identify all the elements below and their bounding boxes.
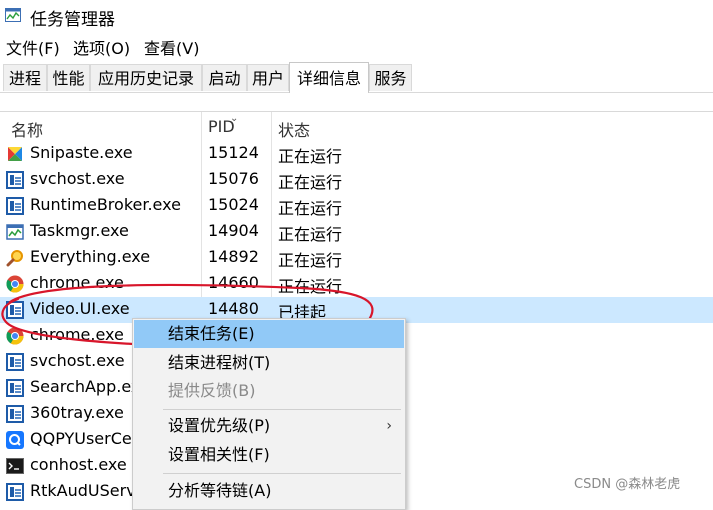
process-pid: 14660 [208, 273, 259, 292]
tab-startup[interactable]: 启动 [202, 64, 247, 91]
taskmgr-icon [6, 223, 24, 241]
tab-performance[interactable]: 性能 [47, 64, 90, 91]
process-name: RuntimeBroker.exe [30, 195, 181, 214]
tab-strip: 进程 性能 应用历史记录 启动 用户 详细信息 服务 [0, 62, 713, 93]
process-pid: 14892 [208, 247, 259, 266]
window-icon [6, 197, 24, 215]
qq-pinyin-icon [6, 431, 24, 449]
table-row[interactable]: Taskmgr.exe 14904 正在运行 [0, 219, 713, 245]
table-row[interactable]: svchost.exe 15076 正在运行 [0, 167, 713, 193]
chrome-icon [6, 275, 24, 293]
process-status: 正在运行 [278, 147, 343, 166]
menu-item-analyze-wait-chain[interactable]: 分析等待链(A) [134, 477, 404, 505]
process-name: 360tray.exe [30, 403, 124, 422]
window-icon [6, 353, 24, 371]
menu-options[interactable]: 选项(O) [73, 35, 130, 59]
snipaste-icon [6, 145, 24, 163]
tab-processes[interactable]: 进程 [3, 64, 47, 91]
tab-services[interactable]: 服务 [369, 64, 412, 91]
title-bar: 任务管理器 [0, 0, 713, 32]
tab-details[interactable]: 详细信息 [289, 62, 369, 93]
process-status: 正在运行 [278, 173, 343, 192]
menu-item-provide-feedback: 提供反馈(B) [168, 381, 256, 400]
process-pid: 14480 [208, 299, 259, 318]
menu-item-set-priority[interactable]: 设置优先级(P) › [134, 412, 404, 440]
window-title: 任务管理器 [30, 10, 115, 30]
window-icon [6, 483, 24, 501]
tab-users[interactable]: 用户 [247, 64, 289, 91]
window-icon [6, 379, 24, 397]
magnifier-icon [6, 249, 24, 267]
process-pid: 14904 [208, 221, 259, 240]
process-status: 正在运行 [278, 277, 343, 296]
console-icon [6, 457, 24, 475]
column-header: 名称 PID 状态 [0, 111, 713, 142]
context-menu: 结束任务(E) 结束进程树(T) 提供反馈(B) 设置优先级(P) › 设置相关性… [132, 318, 406, 510]
watermark: CSDN @森林老虎 [574, 477, 681, 492]
task-manager-icon [5, 8, 21, 22]
menu-separator [163, 409, 401, 410]
menu-item-end-task[interactable]: 结束任务(E) [134, 320, 404, 348]
column-status[interactable]: 状态 [278, 117, 310, 141]
process-name: Taskmgr.exe [30, 221, 129, 240]
sort-caret-icon: ⌄ [230, 113, 239, 124]
window-icon [6, 301, 24, 319]
process-name: Snipaste.exe [30, 143, 133, 162]
process-name: Video.UI.exe [30, 299, 130, 318]
table-row[interactable]: Everything.exe 14892 正在运行 [0, 245, 713, 271]
process-name: svchost.exe [30, 169, 125, 188]
menu-separator [163, 473, 401, 474]
column-name[interactable]: 名称 [11, 117, 43, 141]
process-pid: 15076 [208, 169, 259, 188]
process-pid: 15024 [208, 195, 259, 214]
chrome-icon [6, 327, 24, 345]
window-icon [6, 171, 24, 189]
process-name: chrome.exe [30, 273, 124, 292]
submenu-arrow-icon: › [386, 418, 392, 434]
process-status: 正在运行 [278, 225, 343, 244]
window-icon [6, 405, 24, 423]
table-row[interactable]: chrome.exe 14660 正在运行 [0, 271, 713, 297]
menu-bar: 文件(F) 选项(O) 查看(V) [0, 32, 713, 58]
process-status: 正在运行 [278, 251, 343, 270]
process-status: 正在运行 [278, 199, 343, 218]
table-row[interactable]: RuntimeBroker.exe 15024 正在运行 [0, 193, 713, 219]
menu-item-set-affinity[interactable]: 设置相关性(F) [134, 441, 404, 469]
process-name: chrome.exe [30, 325, 124, 344]
process-name: conhost.exe [30, 455, 127, 474]
process-pid: 15124 [208, 143, 259, 162]
menu-file[interactable]: 文件(F) [6, 35, 60, 59]
tab-app-history[interactable]: 应用历史记录 [90, 64, 202, 91]
menu-item-end-process-tree[interactable]: 结束进程树(T) [134, 349, 404, 377]
table-row[interactable]: Snipaste.exe 15124 正在运行 [0, 141, 713, 167]
process-name: Everything.exe [30, 247, 151, 266]
process-name: svchost.exe [30, 351, 125, 370]
menu-view[interactable]: 查看(V) [144, 35, 199, 59]
